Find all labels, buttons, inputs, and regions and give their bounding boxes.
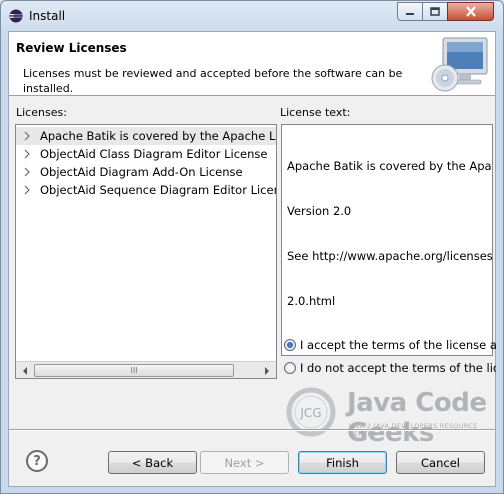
licenses-tree[interactable]: Apache Batik is covered by the Apache Li… xyxy=(15,124,277,379)
tree-item-sequence-diagram[interactable]: ObjectAid Sequence Diagram Editor Licens… xyxy=(16,181,276,199)
expand-arrow-icon[interactable] xyxy=(23,131,31,141)
tree-item-diagram-addon[interactable]: ObjectAid Diagram Add-On License xyxy=(16,163,276,181)
page-description: Licenses must be reviewed and accepted b… xyxy=(23,67,403,95)
license-text-line: 2.0.html xyxy=(287,294,336,308)
tree-item-label: ObjectAid Sequence Diagram Editor Licens… xyxy=(40,183,277,197)
tree-item-label: ObjectAid Class Diagram Editor License xyxy=(40,147,268,161)
watermark-brand: Java Code Geeks xyxy=(347,388,487,448)
license-text-line: Version 2.0 xyxy=(287,204,352,218)
license-text-label: License text: xyxy=(280,106,351,119)
minimize-button[interactable] xyxy=(397,2,423,21)
accept-license-radio[interactable]: I accept the terms of the license agre xyxy=(284,337,496,353)
expand-arrow-icon[interactable] xyxy=(23,185,31,195)
expand-arrow-icon[interactable] xyxy=(23,167,31,177)
arrow-right-icon xyxy=(265,366,269,375)
dialog-content: Review Licenses Licenses must be reviewe… xyxy=(8,31,496,487)
tree-item-label: Apache Batik is covered by the Apache Li… xyxy=(40,129,277,143)
minimize-icon xyxy=(406,12,414,15)
next-button[interactable]: Next > xyxy=(200,451,289,474)
install-window: Install Review Licenses Licenses must be… xyxy=(0,0,504,494)
scroll-grip: III xyxy=(130,366,138,375)
maximize-icon xyxy=(430,7,440,16)
page-title: Review Licenses xyxy=(16,41,127,55)
close-window-button[interactable] xyxy=(447,2,494,21)
cancel-button[interactable]: Cancel xyxy=(396,451,485,474)
title-bar[interactable]: Install xyxy=(1,1,503,31)
scroll-thumb[interactable]: III xyxy=(34,364,234,377)
horizontal-scrollbar[interactable]: III xyxy=(16,361,276,378)
back-button[interactable]: < Back xyxy=(108,451,197,474)
license-text-line: See http://www.apache.org/licenses/LIC xyxy=(287,249,493,263)
install-computer-icon xyxy=(431,37,488,92)
footer-separator xyxy=(9,429,495,431)
expand-arrow-icon[interactable] xyxy=(23,149,31,159)
license-text-content: Apache Batik is covered by the Apache Ve… xyxy=(287,129,493,339)
scroll-left-button[interactable] xyxy=(17,363,33,378)
window-title: Install xyxy=(29,9,66,23)
maximize-button[interactable] xyxy=(422,2,448,21)
arrow-left-icon xyxy=(23,366,27,375)
eclipse-icon xyxy=(9,9,23,23)
tree-item-label: ObjectAid Diagram Add-On License xyxy=(40,165,243,179)
license-text-area[interactable]: Apache Batik is covered by the Apache Ve… xyxy=(281,124,493,356)
tree-item-class-diagram[interactable]: ObjectAid Class Diagram Editor License xyxy=(16,145,276,163)
tree-item-apache-batik[interactable]: Apache Batik is covered by the Apache Li… xyxy=(16,127,276,145)
licenses-label: Licenses: xyxy=(16,106,67,119)
finish-button[interactable]: Finish xyxy=(298,451,387,474)
accept-license-label: I accept the terms of the license agre xyxy=(300,338,496,352)
jcg-logo-icon: JCG xyxy=(286,387,336,437)
help-icon: ? xyxy=(33,453,41,469)
jcg-watermark: JCG Java Code Geeks JAVA 2 JAVA DEVELOPE… xyxy=(277,384,504,448)
svg-text:JCG: JCG xyxy=(299,406,321,420)
radio-button-checked[interactable] xyxy=(284,339,296,351)
close-icon xyxy=(465,6,476,17)
decline-license-label: I do not accept the terms of the licen xyxy=(300,361,496,375)
wizard-header: Review Licenses Licenses must be reviewe… xyxy=(9,32,495,96)
decline-license-radio[interactable]: I do not accept the terms of the licen xyxy=(284,360,496,376)
help-button[interactable]: ? xyxy=(26,450,48,472)
radio-button-unchecked[interactable] xyxy=(284,362,296,374)
scroll-right-button[interactable] xyxy=(259,363,275,378)
license-text-line: Apache Batik is covered by the Apache xyxy=(287,159,493,173)
